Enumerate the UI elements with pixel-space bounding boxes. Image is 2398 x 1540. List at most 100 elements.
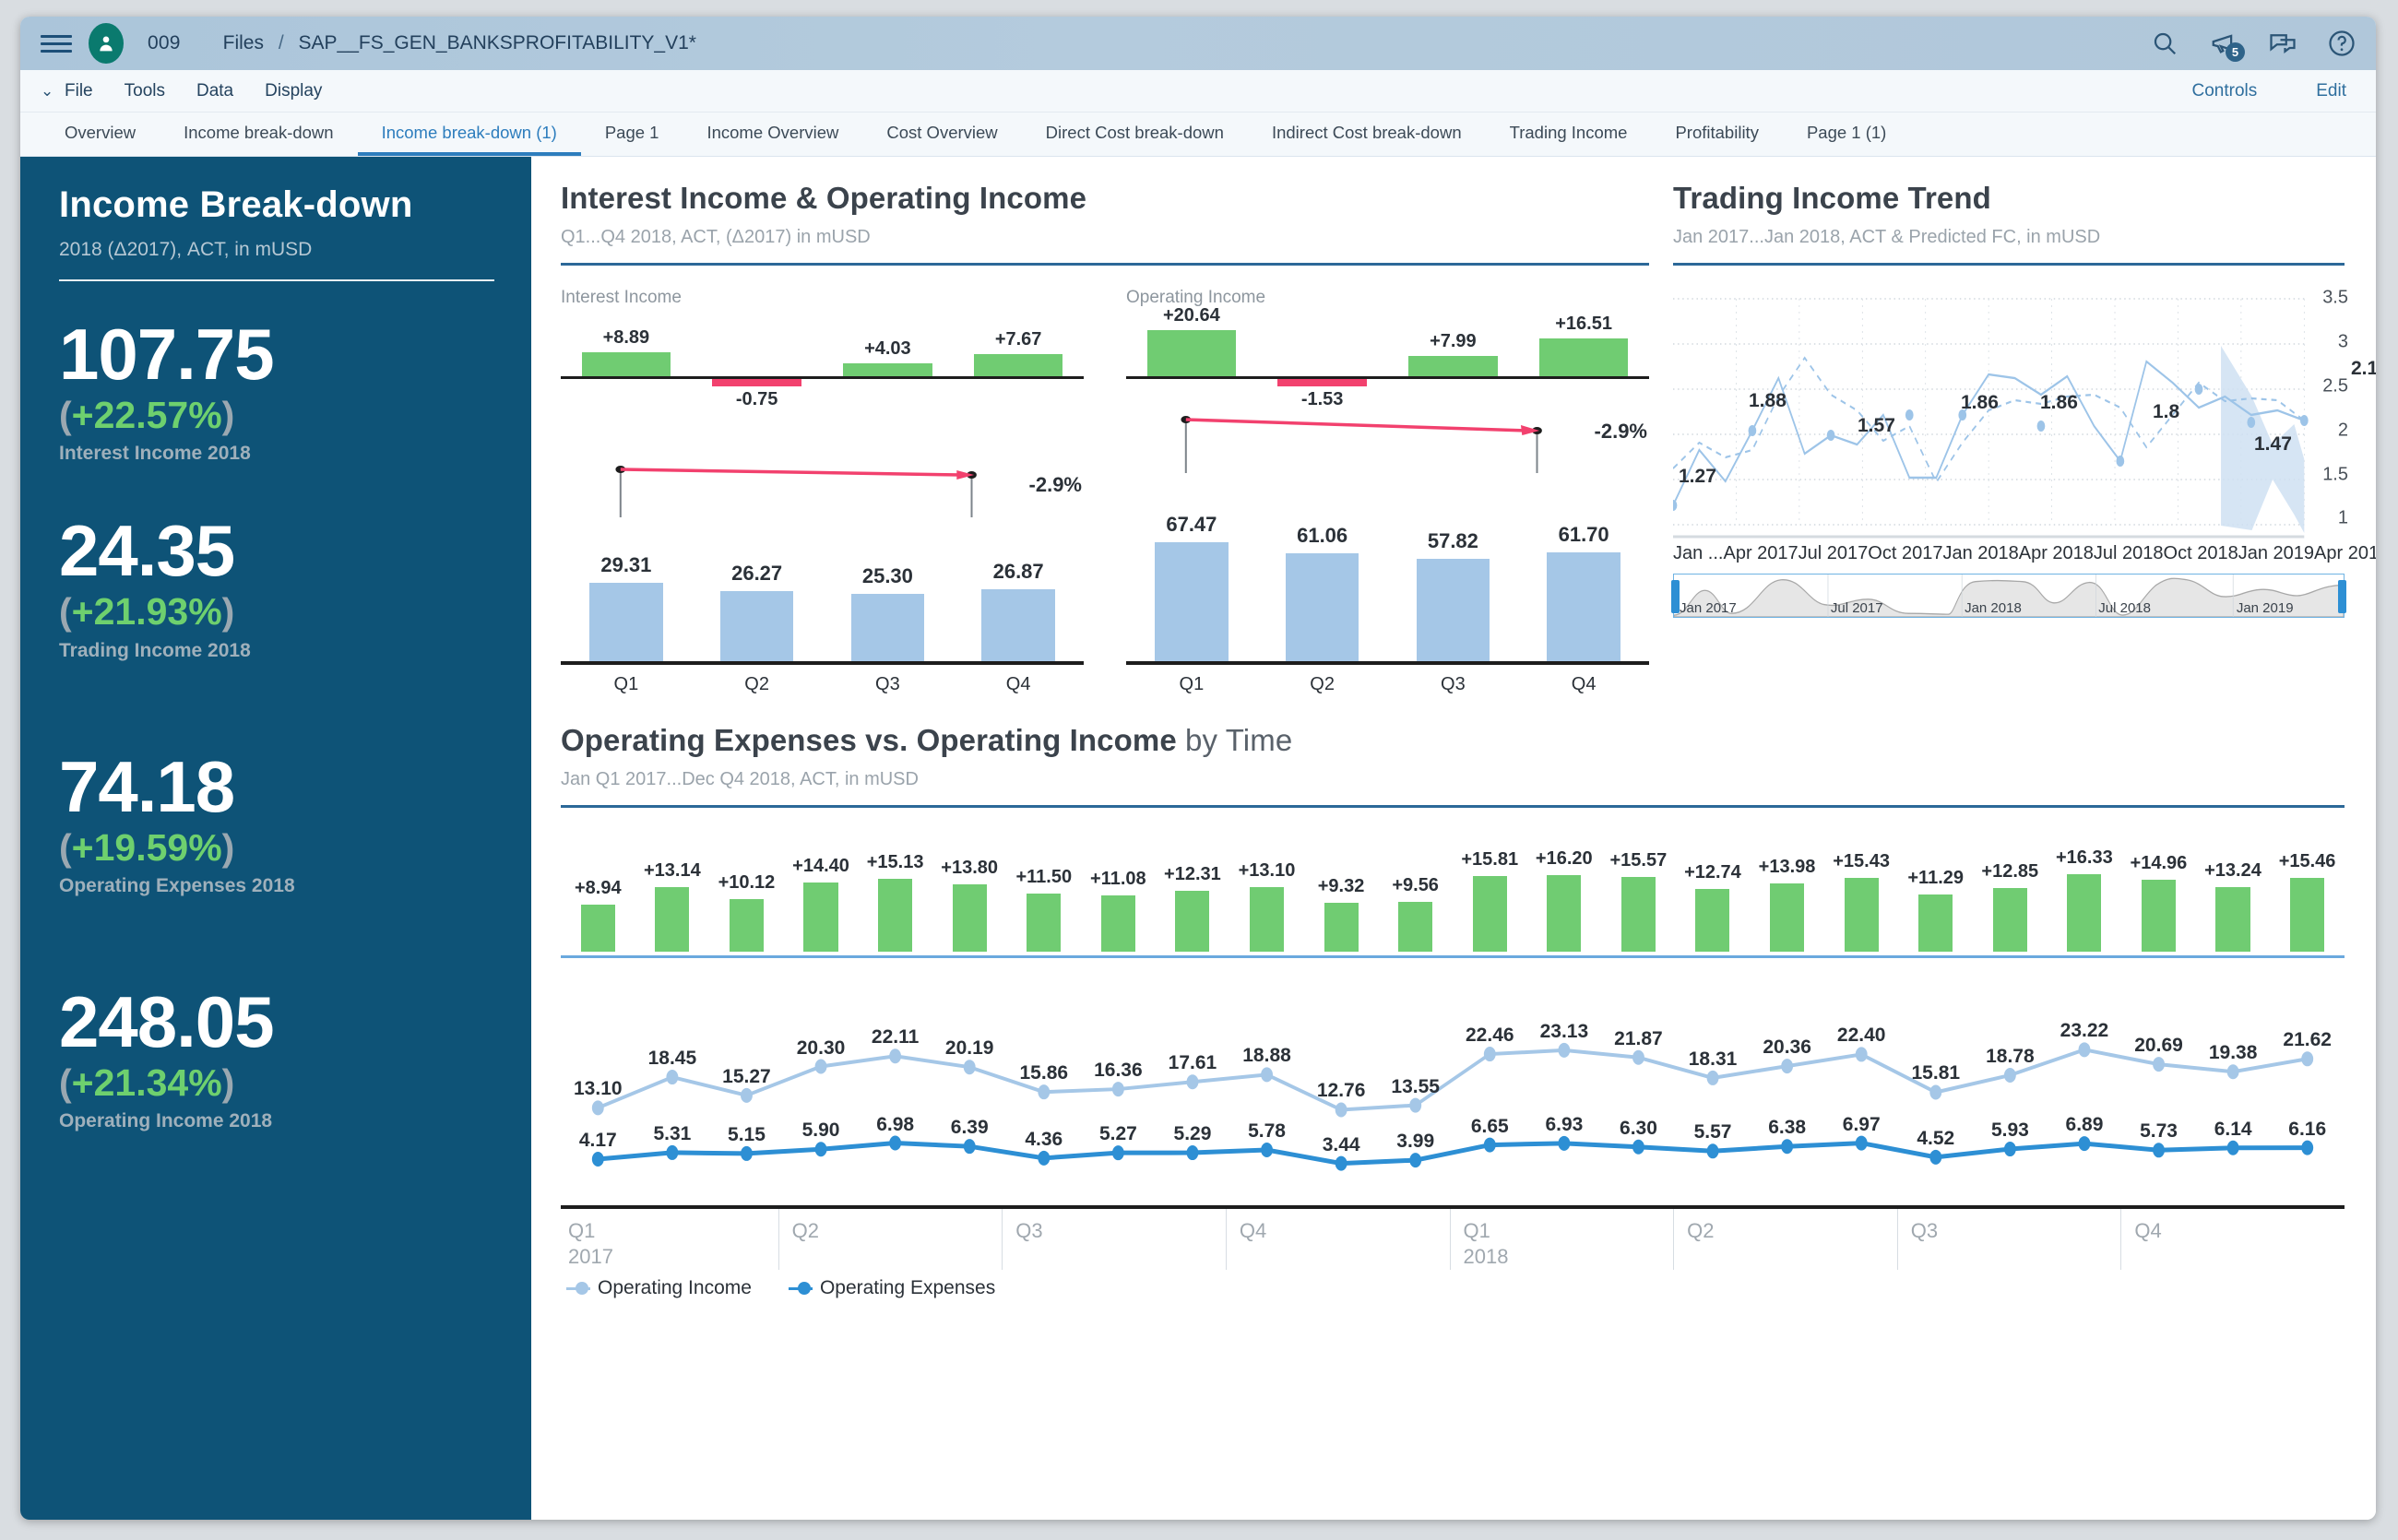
line-data-point: [1781, 1059, 1794, 1074]
line-value-label: 4.52: [1917, 1127, 1955, 1149]
bar-value-label: +13.98: [1758, 857, 1816, 878]
panel-divider: [561, 263, 1649, 266]
line-data-point: [1186, 1074, 1199, 1090]
tenant-id: 009: [148, 32, 181, 53]
breadcrumb-root[interactable]: Files: [223, 32, 264, 53]
announcement-icon[interactable]: 5: [2210, 30, 2245, 62]
edit-button[interactable]: Edit: [2316, 81, 2346, 101]
tab-page-1[interactable]: Page 1: [581, 113, 683, 156]
delta-bar-chart[interactable]: +8.94 +13.14 +10.12 +14.40 +15.13 +13.80 +11.5…: [561, 845, 2345, 955]
delta-bar-column: +12.85: [1973, 845, 2048, 952]
delta-bar: [1770, 883, 1805, 952]
quarter-column: 61.06: [1257, 504, 1388, 661]
legend-item-operating-income[interactable]: Operating Income: [566, 1277, 752, 1299]
axis-tick: Apr 2018: [2018, 543, 2094, 563]
line-value-label: 4.36: [1025, 1128, 1063, 1150]
breadcrumb-separator: /: [278, 32, 284, 53]
chevron-down-icon[interactable]: ⌄: [41, 82, 65, 101]
line-data-point: [1632, 1049, 1644, 1065]
delta-bar: [1547, 874, 1582, 952]
legend-item-operating-expenses[interactable]: Operating Expenses: [788, 1277, 996, 1299]
scrollbar-handle-right[interactable]: [2338, 580, 2346, 613]
menu-item-display[interactable]: Display: [265, 81, 322, 101]
panel-title: Trading Income Trend: [1673, 181, 1991, 215]
line-data-point: [814, 1142, 827, 1157]
menu-item-data[interactable]: Data: [196, 81, 233, 101]
bar-value-label: +15.13: [866, 852, 924, 873]
waterfall-interest-income[interactable]: Interest Income +8.89 -0.75 +4.03 +7.67: [561, 288, 1084, 418]
tab-indirect-cost-break-down[interactable]: Indirect Cost break-down: [1248, 113, 1486, 156]
panel-title: Interest Income & Operating Income: [561, 181, 1087, 215]
line-value-label: 21.87: [1614, 1027, 1663, 1049]
line-value-label: 3.44: [1322, 1133, 1360, 1155]
scrollbar-handle-left[interactable]: [1671, 580, 1680, 613]
bar-value-label: +12.85: [1981, 861, 2039, 883]
kpi-value: 107.75: [59, 314, 275, 395]
line-value-label: 20.69: [2134, 1035, 2183, 1057]
document-title[interactable]: SAP__FS_GEN_BANKSPROFITABILITY_V1*: [299, 32, 696, 53]
help-icon[interactable]: [2328, 30, 2356, 57]
delta-bar-column: +14.96: [2121, 845, 2196, 952]
tab-profitability[interactable]: Profitability: [1651, 113, 1782, 156]
trend-point-label: 1.86: [2040, 392, 2078, 413]
line-value-label: 12.76: [1316, 1080, 1366, 1102]
line-data-point: [1929, 1149, 1942, 1165]
page-tab-bar: Overview Income break-down Income break-…: [20, 113, 2376, 157]
collaboration-icon[interactable]: [2269, 30, 2297, 57]
trend-range-scrollbar[interactable]: Jan 2017 Jul 2017 Jan 2018 Jul 2018 Jan …: [1671, 574, 2346, 618]
line-value-label: 22.11: [871, 1026, 920, 1048]
menu-item-tools[interactable]: Tools: [125, 81, 165, 101]
search-icon[interactable]: [2151, 30, 2178, 57]
quarter-bars: 29.31 26.27 25.30 26.87: [561, 504, 1084, 661]
header-actions: 5: [2151, 30, 2356, 62]
line-value-label: 6.65: [1470, 1115, 1509, 1137]
tab-cost-overview[interactable]: Cost Overview: [862, 113, 1021, 156]
bar-value-label: +20.64: [1163, 305, 1220, 326]
line-data-point: [963, 1139, 976, 1155]
quarter-column: 25.30: [823, 504, 954, 661]
user-avatar[interactable]: [89, 23, 124, 64]
line-value-label: 18.78: [1986, 1045, 2035, 1067]
line-data-point: [666, 1070, 679, 1085]
menu-hamburger-icon[interactable]: [41, 34, 72, 53]
tab-income-break-down-1[interactable]: Income break-down (1): [357, 113, 581, 156]
axis-tick: Q4: [1005, 674, 1031, 694]
line-value-label: 6.89: [2065, 1114, 2104, 1136]
quarter-name: Q1: [568, 1219, 596, 1242]
delta-bar: [2067, 874, 2102, 952]
bar-value-label: 29.31: [600, 553, 652, 576]
controls-button[interactable]: Controls: [2192, 81, 2258, 101]
bar-value-label: 61.70: [1558, 523, 1609, 546]
line-data-point: [889, 1048, 902, 1064]
waterfall-column: -0.75: [692, 321, 823, 418]
bar-value-label: 25.30: [861, 564, 913, 587]
tab-direct-cost-break-down[interactable]: Direct Cost break-down: [1022, 113, 1248, 156]
legend-label: Operating Expenses: [819, 1277, 996, 1298]
line-data-point: [889, 1135, 902, 1151]
delta-bar: [729, 899, 764, 952]
axis-tick: Q3: [875, 674, 900, 694]
dual-line-chart[interactable]: 13.10 18.45 15.27 20.30 22.11 20.19 15.86 16.36…: [561, 991, 2345, 1203]
tab-income-overview[interactable]: Income Overview: [683, 113, 862, 156]
axis-tick: 1.5: [2322, 464, 2348, 485]
quarter-name: Q4: [1239, 1219, 1267, 1242]
line-value-label: 5.78: [1248, 1119, 1286, 1142]
quarter-chart-interest-income[interactable]: -2.9% 29.31 26.27 25.30 26.87 Q1 Q2 Q3 Q…: [561, 451, 1084, 695]
line-data-point: [1186, 1145, 1199, 1161]
menu-item-file[interactable]: File: [65, 81, 93, 101]
tab-overview[interactable]: Overview: [41, 113, 160, 156]
quarter-label: Q4: [1225, 1209, 1450, 1270]
bar-value-label: +13.14: [643, 860, 701, 882]
tab-trading-income[interactable]: Trading Income: [1486, 113, 1652, 156]
line-value-label: 5.31: [653, 1122, 692, 1144]
kpi-delta-value: +21.34%: [71, 1061, 222, 1105]
sidebar-subtitle: 2018 (Δ2017), ACT, in mUSD: [59, 239, 313, 260]
delta-bar-column: +12.31: [1156, 845, 1230, 952]
trend-chart[interactable]: 3.5 3 2.5 2 1.5 1 1.27 1.88 1.57 1.86 1.…: [1673, 286, 2376, 563]
quarter-chart-operating-income[interactable]: -2.9% 67.47 61.06 57.82 61.70 Q1 Q2 Q3 Q…: [1126, 416, 1649, 695]
line-value-label: 17.61: [1168, 1052, 1217, 1074]
line-data-point: [741, 1087, 753, 1103]
tab-page-1-1[interactable]: Page 1 (1): [1783, 113, 1910, 156]
tab-income-break-down[interactable]: Income break-down: [160, 113, 357, 156]
waterfall-operating-income[interactable]: Operating Income +20.64 -1.53 +7.99 +16.…: [1126, 288, 1649, 418]
